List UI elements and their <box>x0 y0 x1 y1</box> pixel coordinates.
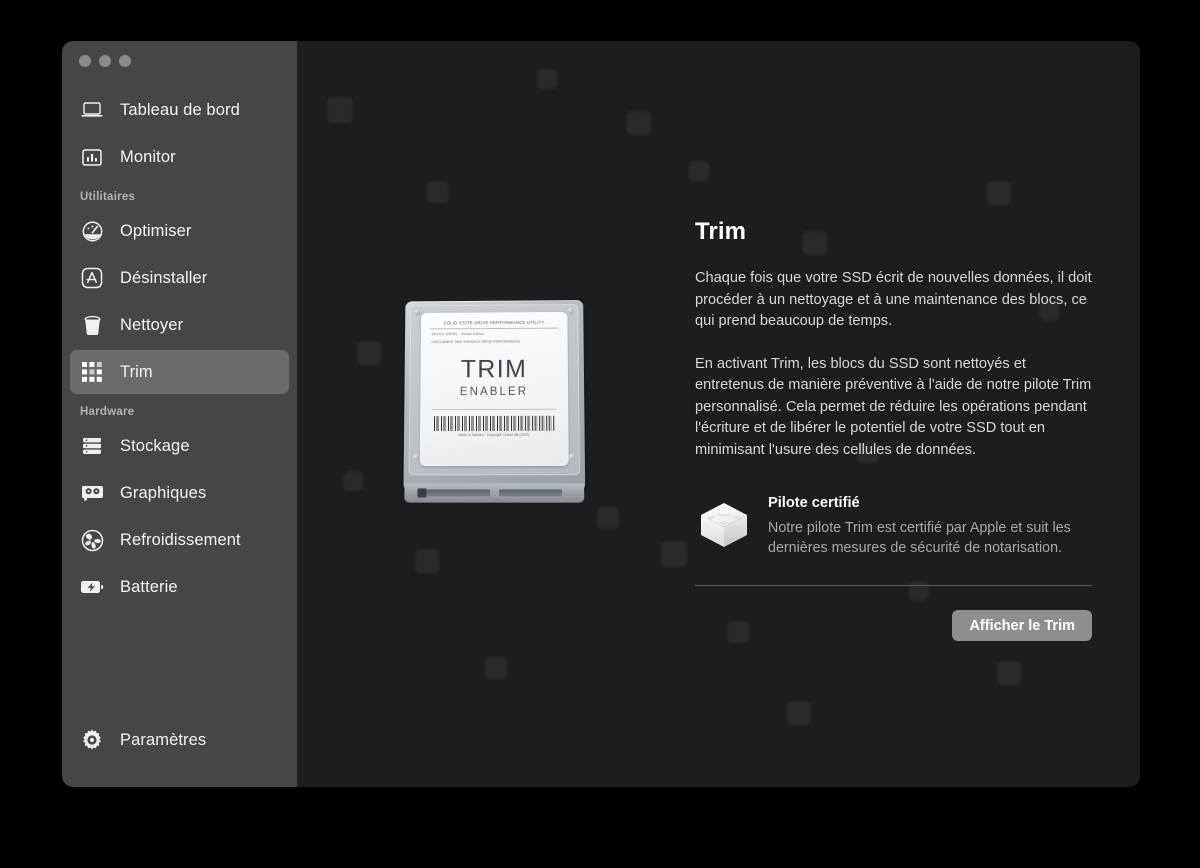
screen: Tableau de bord Monitor Utilitaires Opti… <box>0 0 1200 868</box>
gear-icon <box>79 727 105 753</box>
gpu-icon <box>79 480 105 506</box>
sidebar-item-label: Trim <box>120 362 153 381</box>
sidebar-item-refroidissement[interactable]: Refroidissement <box>70 518 289 562</box>
battery-bolt-icon <box>79 574 105 600</box>
sidebar-item-nettoyer[interactable]: Nettoyer <box>70 303 289 347</box>
sidebar-footer: Paramètres <box>62 718 297 787</box>
sidebar-item-batterie[interactable]: Batterie <box>70 565 289 609</box>
sidebar-item-label: Tableau de bord <box>120 100 240 119</box>
sidebar-item-label: Optimiser <box>120 221 192 240</box>
sidebar-item-label: Nettoyer <box>120 315 184 334</box>
afficher-le-trim-button[interactable]: Afficher le Trim <box>952 610 1092 641</box>
description-paragraph-1: Chaque fois que votre SSD écrit de nouve… <box>695 270 1092 329</box>
minimize-button[interactable] <box>99 55 111 67</box>
ssd-label-subtitle: ENABLER <box>459 385 529 399</box>
close-button[interactable] <box>79 55 91 67</box>
gauge-icon <box>79 218 105 244</box>
sidebar: Tableau de bord Monitor Utilitaires Opti… <box>62 41 297 787</box>
page-title: Trim <box>695 218 747 245</box>
sidebar-nav: Tableau de bord Monitor Utilitaires Opti… <box>62 88 297 718</box>
grid-icon <box>79 359 105 385</box>
zoom-button[interactable] <box>119 55 131 67</box>
ssd-label-fineprint: Made in Sweden · Copyright Cindori AB (2… <box>458 433 530 438</box>
app-store-icon <box>79 265 105 291</box>
sidebar-item-label: Désinstaller <box>120 268 208 287</box>
bar-chart-icon <box>79 144 105 170</box>
server-icon <box>79 433 105 459</box>
action-row: Afficher le Trim <box>695 610 1092 641</box>
laptop-icon <box>79 97 105 123</box>
sidebar-item-dashboard[interactable]: Tableau de bord <box>70 88 289 132</box>
main-panel: SOLID STATE DRIVE PERFORMANCE UTILITY DE… <box>297 41 1140 787</box>
sidebar-item-optimiser[interactable]: Optimiser <box>70 209 289 253</box>
barcode-icon <box>433 415 555 431</box>
ssd-label: SOLID STATE DRIVE PERFORMANCE UTILITY DE… <box>419 311 569 467</box>
app-window: Tableau de bord Monitor Utilitaires Opti… <box>62 41 1140 787</box>
description-paragraph-2: En activant Trim, les blocs du SSD sont … <box>695 355 1092 458</box>
ssd-label-line2: DISCLAIMER: MAY ENHANCE DRIVE PERFORMANC… <box>431 339 521 345</box>
sidebar-item-label: Batterie <box>120 577 178 596</box>
sidebar-item-stockage[interactable]: Stockage <box>70 424 289 468</box>
traffic-lights <box>79 55 131 67</box>
sidebar-item-trim[interactable]: Trim <box>70 350 289 394</box>
sidebar-item-label: Refroidissement <box>120 530 241 549</box>
fan-icon <box>79 527 105 553</box>
sidebar-item-desinstaller[interactable]: Désinstaller <box>70 256 289 300</box>
section-divider <box>695 585 1092 586</box>
sidebar-item-label: Paramètres <box>120 730 207 749</box>
sidebar-item-label: Stockage <box>120 436 190 455</box>
driver-description: Notre pilote Trim est certifié par Apple… <box>768 520 1071 556</box>
sidebar-item-label: Monitor <box>120 147 176 166</box>
ssd-label-header: SOLID STATE DRIVE PERFORMANCE UTILITY <box>429 319 559 330</box>
ssd-label-title: TRIM <box>460 355 528 384</box>
sidebar-item-monitor[interactable]: Monitor <box>70 135 289 179</box>
trash-icon <box>79 312 105 338</box>
content-column: Trim Chaque fois que votre SSD écrit de … <box>695 218 1092 641</box>
certified-driver-section: Pilote certifié Notre pilote Trim est ce… <box>695 493 1092 558</box>
sidebar-section-utilitaires: Utilitaires <box>80 191 136 203</box>
driver-title: Pilote certifié <box>768 495 860 511</box>
sidebar-item-graphiques[interactable]: Graphiques <box>70 471 289 515</box>
sidebar-section-hardware: Hardware <box>80 406 135 418</box>
ssd-label-line1: DEVICE MODEL : Sensei Edition <box>431 332 485 337</box>
sidebar-item-label: Graphiques <box>120 483 207 502</box>
ssd-illustration: SOLID STATE DRIVE PERFORMANCE UTILITY DE… <box>349 299 649 529</box>
kernel-extension-cube-icon <box>695 496 753 554</box>
sidebar-item-parametres[interactable]: Paramètres <box>70 718 289 762</box>
